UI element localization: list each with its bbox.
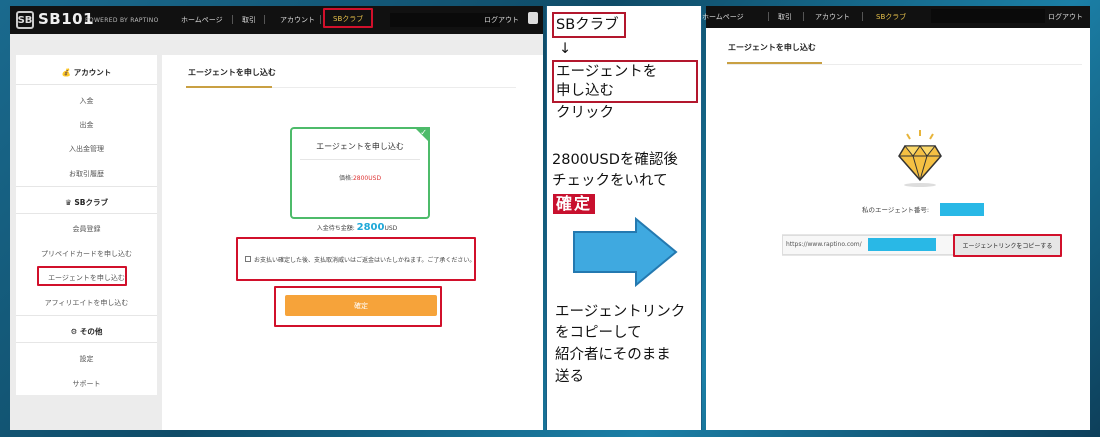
card-rule	[300, 159, 420, 160]
balance-amount: 2800	[356, 222, 385, 233]
arrow-down-icon: ↓	[559, 41, 572, 57]
sidebar-head-other: ⚙ その他	[70, 327, 103, 336]
nav-sbclub[interactable]: SBクラブ	[333, 14, 363, 24]
sidebar-item-agent-apply[interactable]: エージェントを申し込む	[16, 273, 157, 283]
screenshot-agent-link	[706, 6, 1090, 430]
confirm-button[interactable]: 確定	[285, 295, 437, 316]
card-title: エージェントを申し込む	[316, 142, 404, 151]
logout-link[interactable]: ログアウト	[484, 15, 519, 25]
page-title: エージェントを申し込む	[188, 68, 276, 77]
sidebar-item-support[interactable]: サポート	[16, 379, 157, 389]
agent-link-text: https://www.raptino.com/	[786, 241, 862, 248]
nav-home[interactable]: ホームページ	[181, 15, 223, 25]
step1-text: SBクラブ	[556, 17, 619, 33]
kakutei-badge: 確定	[553, 194, 596, 214]
step2-line1: エージェントを	[556, 64, 658, 80]
nav-sbclub[interactable]: SBクラブ	[876, 12, 906, 22]
check-icon: ✓	[420, 128, 427, 137]
title-underline	[186, 86, 272, 88]
agent-number-label: 私のエージェント番号:	[862, 206, 930, 214]
sidebar-item-withdraw[interactable]: 出金	[16, 120, 157, 130]
copy-line2: をコピーして	[555, 325, 642, 341]
sidebar-item-fund-manage[interactable]: 入出金管理	[16, 144, 157, 154]
nav-trade[interactable]: 取引	[242, 15, 256, 25]
sidebar-item-settings[interactable]: 設定	[16, 354, 157, 364]
step2-line2: 申し込む	[556, 83, 614, 99]
nav-trade[interactable]: 取引	[778, 12, 792, 22]
divider	[16, 84, 157, 85]
copy-line4: 送る	[555, 369, 584, 385]
copy-line3: 紹介者にそのまま	[555, 347, 671, 363]
card-price: 価格:2800USD	[338, 175, 382, 182]
sidebar-item-register[interactable]: 会員登録	[16, 224, 157, 234]
nav-extra-icon[interactable]	[528, 12, 538, 24]
nav-separator	[803, 12, 804, 21]
search-bar[interactable]	[931, 9, 1045, 23]
click-text: クリック	[556, 105, 614, 121]
diamond-icon	[898, 130, 942, 187]
divider	[16, 213, 157, 214]
agent-link-id	[868, 238, 936, 251]
divider	[16, 342, 157, 343]
logout-link[interactable]: ログアウト	[1048, 12, 1083, 22]
gear-icon: ⚙	[70, 327, 78, 336]
copy-line1: エージェントリンク	[555, 304, 686, 320]
instruction-line2: チェックをいれて	[552, 173, 668, 189]
agent-plan-card[interactable]: ✓ エージェントを申し込む 価格:2800USD	[290, 127, 430, 219]
nav-separator	[320, 15, 321, 24]
page-title: エージェントを申し込む	[728, 43, 816, 52]
nav-separator	[768, 12, 769, 21]
nav-account[interactable]: アカウント	[280, 15, 315, 25]
instruction-line1: 2800USDを確認後	[552, 152, 678, 168]
moneybag-icon: 💰	[61, 68, 72, 77]
sidebar-head-sbclub: ♛ SBクラブ	[65, 198, 108, 207]
sidebar-item-affiliate[interactable]: アフィリエイトを申し込む	[16, 298, 157, 308]
agree-checkbox[interactable]	[245, 256, 251, 262]
pending-balance: 入金待ち金額: 2800USD	[316, 222, 398, 233]
logo-icon: SB	[16, 11, 34, 29]
divider	[16, 186, 157, 187]
nav-separator	[862, 12, 863, 21]
nav-account[interactable]: アカウント	[815, 12, 850, 22]
agent-number-value	[940, 203, 984, 216]
copy-agent-link-button[interactable]: エージェントリンクをコピーする	[953, 234, 1062, 257]
powered-by: POWERED BY RAPTINO	[85, 17, 159, 24]
title-underline	[727, 62, 822, 64]
nav-separator	[232, 15, 233, 24]
nav-separator	[264, 15, 265, 24]
sidebar-item-deposit[interactable]: 入金	[16, 96, 157, 106]
agree-text: お支払い確定した後、支払取消威いはご返金はいたしかねます。ご了承ください。	[254, 257, 476, 264]
divider	[16, 315, 157, 316]
title-rule	[727, 64, 1082, 65]
sidebar-item-history[interactable]: お取引履歴	[16, 169, 157, 179]
nav-home[interactable]: ホームページ	[702, 12, 744, 22]
sidebar-head-account: 💰 アカウント	[61, 68, 112, 77]
arrow-right-icon	[573, 217, 678, 287]
crown-icon: ♛	[65, 198, 72, 207]
sidebar-item-prepaid-card[interactable]: プリペイドカードを申し込む	[16, 249, 157, 259]
